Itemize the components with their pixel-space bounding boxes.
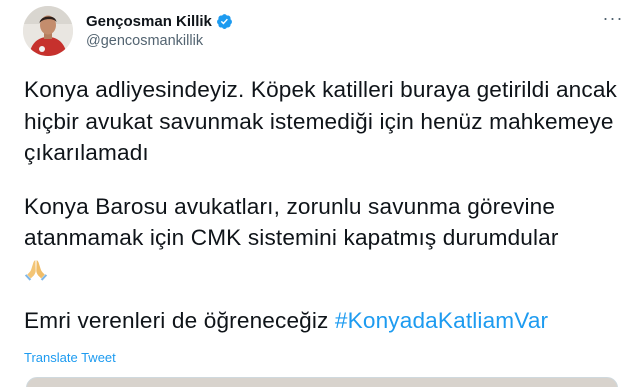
tweet-paragraph-3-text: Emri verenleri de öğreneceğiz bbox=[24, 308, 335, 333]
tweet-paragraph-2-text: Konya Barosu avukatları, zorunlu savunma… bbox=[24, 193, 559, 251]
avatar-image bbox=[23, 6, 73, 56]
hashtag-link[interactable]: #KonyadaKatliamVar bbox=[335, 308, 548, 333]
more-options-icon[interactable]: ··· bbox=[600, 8, 626, 28]
user-handle[interactable]: @gencosmankillik bbox=[86, 33, 233, 49]
tweet-paragraph-2: Konya Barosu avukatları, zorunlu savunma… bbox=[24, 191, 624, 286]
tweet-paragraph-1: Konya adliyesindeyiz. Köpek katilleri bu… bbox=[24, 77, 617, 165]
verified-badge-icon bbox=[216, 13, 233, 30]
tweet-media-preview[interactable] bbox=[26, 377, 618, 387]
avatar[interactable] bbox=[23, 6, 73, 56]
folded-hands-emoji-icon bbox=[24, 257, 48, 281]
tweet-paragraph-3: Emri verenleri de öğreneceğiz #KonyadaKa… bbox=[24, 305, 624, 337]
tweet-header: Gençosman Killik @gencosmankillik ··· bbox=[23, 6, 630, 56]
tweet-card: Gençosman Killik @gencosmankillik ··· Ko… bbox=[0, 0, 640, 387]
author-names: Gençosman Killik @gencosmankillik bbox=[86, 11, 233, 49]
translate-tweet-link[interactable]: Translate Tweet bbox=[24, 350, 116, 365]
display-name[interactable]: Gençosman Killik bbox=[86, 13, 212, 30]
tweet-text: Konya adliyesindeyiz. Köpek katilleri bu… bbox=[24, 74, 624, 337]
display-name-row: Gençosman Killik bbox=[86, 11, 233, 31]
